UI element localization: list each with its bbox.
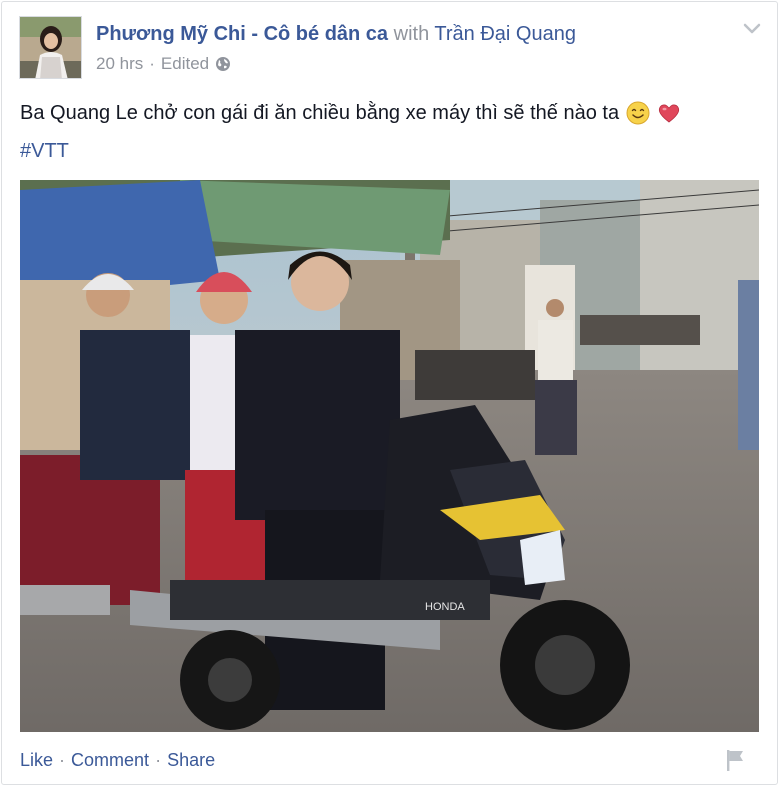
- action-separator: ·: [155, 750, 162, 770]
- post-header: Phương Mỹ Chi - Cô bé dân ca with Trần Đ…: [96, 22, 576, 46]
- tagged-user-link[interactable]: Trần Đại Quang: [434, 23, 576, 45]
- post-message: Ba Quang Le chở con gái đi ăn chiều bằng…: [20, 99, 681, 127]
- chevron-down-icon[interactable]: [742, 18, 762, 38]
- with-label: with: [393, 23, 430, 45]
- smile-emoji-icon: [626, 101, 650, 125]
- action-separator: ·: [59, 750, 66, 770]
- post-timestamp-link[interactable]: 20 hrs: [96, 54, 143, 74]
- globe-icon[interactable]: [215, 56, 231, 72]
- share-button[interactable]: Share: [167, 749, 215, 771]
- hashtag-link[interactable]: #VTT: [20, 137, 69, 165]
- author-avatar[interactable]: [19, 16, 82, 79]
- like-button[interactable]: Like: [20, 749, 53, 771]
- flag-icon[interactable]: [724, 748, 746, 772]
- post-actions: Like · Comment · Share: [20, 749, 215, 771]
- post-text: Ba Quang Le chở con gái đi ăn chiều bằng…: [20, 102, 620, 124]
- post-card: Phương Mỹ Chi - Cô bé dân ca with Trần Đ…: [1, 1, 778, 785]
- post-photo[interactable]: HONDA: [20, 180, 759, 732]
- author-name-link[interactable]: Phương Mỹ Chi - Cô bé dân ca: [96, 23, 388, 45]
- post-meta: 20 hrs · Edited: [96, 54, 231, 74]
- comment-button[interactable]: Comment: [71, 749, 149, 771]
- heart-emoji-icon: [658, 104, 680, 123]
- edited-link[interactable]: Edited: [161, 54, 209, 74]
- meta-separator: ·: [149, 54, 155, 73]
- photo-sign-text: HONDA: [425, 601, 465, 613]
